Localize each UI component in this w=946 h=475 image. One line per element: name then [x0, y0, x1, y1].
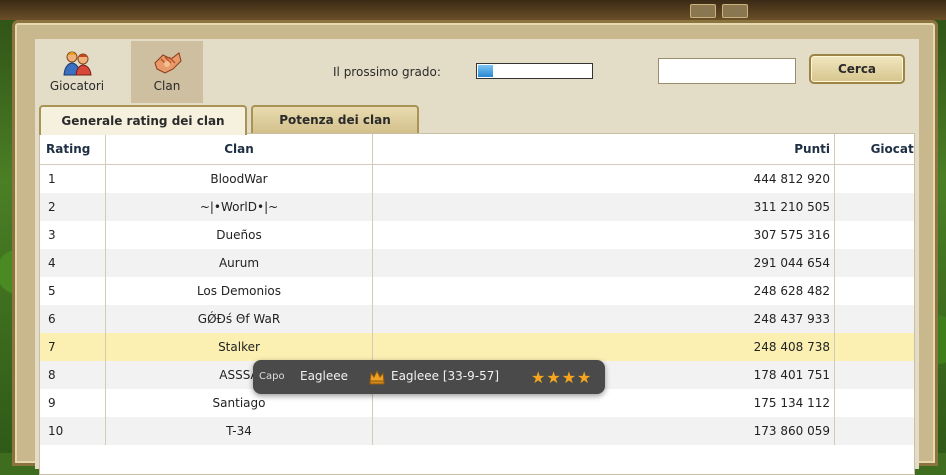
column-header-rating[interactable]: Rating	[40, 134, 106, 165]
table-row[interactable]: 10T-34173 860 05915	[40, 417, 914, 445]
tooltip-leader-name: Eagleee	[300, 369, 349, 383]
cell-points: 291 044 654	[372, 249, 835, 277]
cell-points: 444 812 920	[372, 164, 835, 193]
search-button[interactable]: Cerca	[809, 54, 905, 84]
cell-clan-name[interactable]: ~|•WorlD•|~	[105, 193, 373, 221]
nav-clan-label: Clan	[153, 79, 181, 93]
clan-handshake-icon	[154, 52, 182, 74]
cell-rating: 10	[40, 417, 106, 445]
column-header-clan[interactable]: Clan	[105, 134, 373, 165]
cell-clan-name[interactable]: Dueños	[105, 221, 373, 249]
tab-clan-power[interactable]: Potenza dei clan	[251, 105, 419, 133]
window-content: Giocatori Clan Il prossimo grado: Cerca …	[35, 39, 919, 475]
cell-players: 20	[834, 249, 914, 277]
cell-points: 173 860 059	[372, 417, 835, 445]
cell-rating: 3	[40, 221, 106, 249]
cell-players: 15	[834, 417, 914, 445]
nav-clan-button[interactable]: Clan	[131, 41, 203, 103]
tooltip-role-label: Capo	[259, 371, 285, 382]
cell-players: 18	[834, 305, 914, 333]
window-button[interactable]	[722, 4, 748, 18]
cell-clan-name[interactable]: BloodWar	[105, 164, 373, 193]
clan-rating-table: Rating Clan Punti Giocatori 1BloodWar444…	[39, 133, 915, 475]
cell-clan-name[interactable]: Aurum	[105, 249, 373, 277]
cell-players: 20	[835, 165, 915, 194]
clan-leader-tooltip: Capo Eagleee Eagleee [33-9-57] ★★★★	[253, 360, 605, 394]
search-input[interactable]	[658, 58, 796, 84]
next-rank-progress-fill	[478, 65, 493, 77]
cell-players: 12	[834, 361, 914, 389]
cell-players: 18	[834, 333, 914, 361]
cell-rating: 1	[40, 164, 106, 193]
nav-players-button[interactable]: Giocatori	[41, 41, 113, 103]
cell-players: 19	[834, 193, 914, 221]
cell-players: 20	[835, 221, 915, 249]
cell-points: 248 437 933	[372, 305, 835, 333]
next-rank-progress-bar	[476, 63, 593, 79]
cell-clan-name[interactable]: GǾĐś Θf WaR	[105, 305, 373, 333]
cell-points: 248 628 482	[372, 277, 835, 305]
table-row[interactable]: 6GǾĐś Θf WaR248 437 93318	[40, 305, 914, 333]
table-row[interactable]: 1BloodWar444 812 92020	[40, 164, 915, 194]
rank-stars-icon: ★★★★	[531, 368, 593, 387]
table-row[interactable]: 7Stalker248 408 73818	[40, 333, 914, 361]
cell-points: 307 575 316	[372, 221, 835, 249]
cell-clan-name[interactable]: T-34	[105, 417, 373, 445]
table-row[interactable]: 4Aurum291 044 65420	[40, 249, 914, 277]
window-top-strip	[0, 0, 946, 20]
cell-clan-name[interactable]: Stalker	[105, 333, 373, 361]
cell-rating: 4	[40, 249, 106, 277]
tab-general-clan-rating[interactable]: Generale rating dei clan	[39, 105, 247, 135]
table-row[interactable]: 5Los Demonios248 628 48212	[40, 277, 915, 305]
column-header-points[interactable]: Punti	[372, 134, 835, 165]
next-rank-label: Il prossimo grado:	[333, 65, 441, 79]
window-button[interactable]	[690, 4, 716, 18]
cell-rating: 2	[40, 193, 106, 221]
cell-players: 15	[835, 389, 915, 417]
tooltip-player-info: Eagleee [33-9-57]	[391, 369, 500, 383]
crown-icon	[369, 369, 385, 385]
cell-clan-name[interactable]: Los Demonios	[105, 277, 373, 305]
cell-rating: 5	[40, 277, 106, 305]
cell-points: 311 210 505	[372, 193, 835, 221]
cell-rating: 9	[40, 389, 106, 417]
clan-rating-window: Giocatori Clan Il prossimo grado: Cerca …	[12, 20, 938, 475]
table-row[interactable]: 3Dueños307 575 31620	[40, 221, 915, 249]
nav-players-label: Giocatori	[49, 79, 105, 93]
table-row[interactable]: 2~|•WorlD•|~311 210 50519	[40, 193, 914, 221]
cell-rating: 8	[40, 361, 106, 389]
players-icon	[63, 51, 92, 76]
cell-points: 248 408 738	[372, 333, 835, 361]
column-header-players[interactable]: Giocatori	[834, 134, 914, 165]
cell-players: 12	[835, 277, 915, 305]
cell-rating: 7	[40, 333, 106, 361]
cell-rating: 6	[40, 305, 106, 333]
table-header-row: Rating Clan Punti Giocatori	[40, 134, 914, 165]
